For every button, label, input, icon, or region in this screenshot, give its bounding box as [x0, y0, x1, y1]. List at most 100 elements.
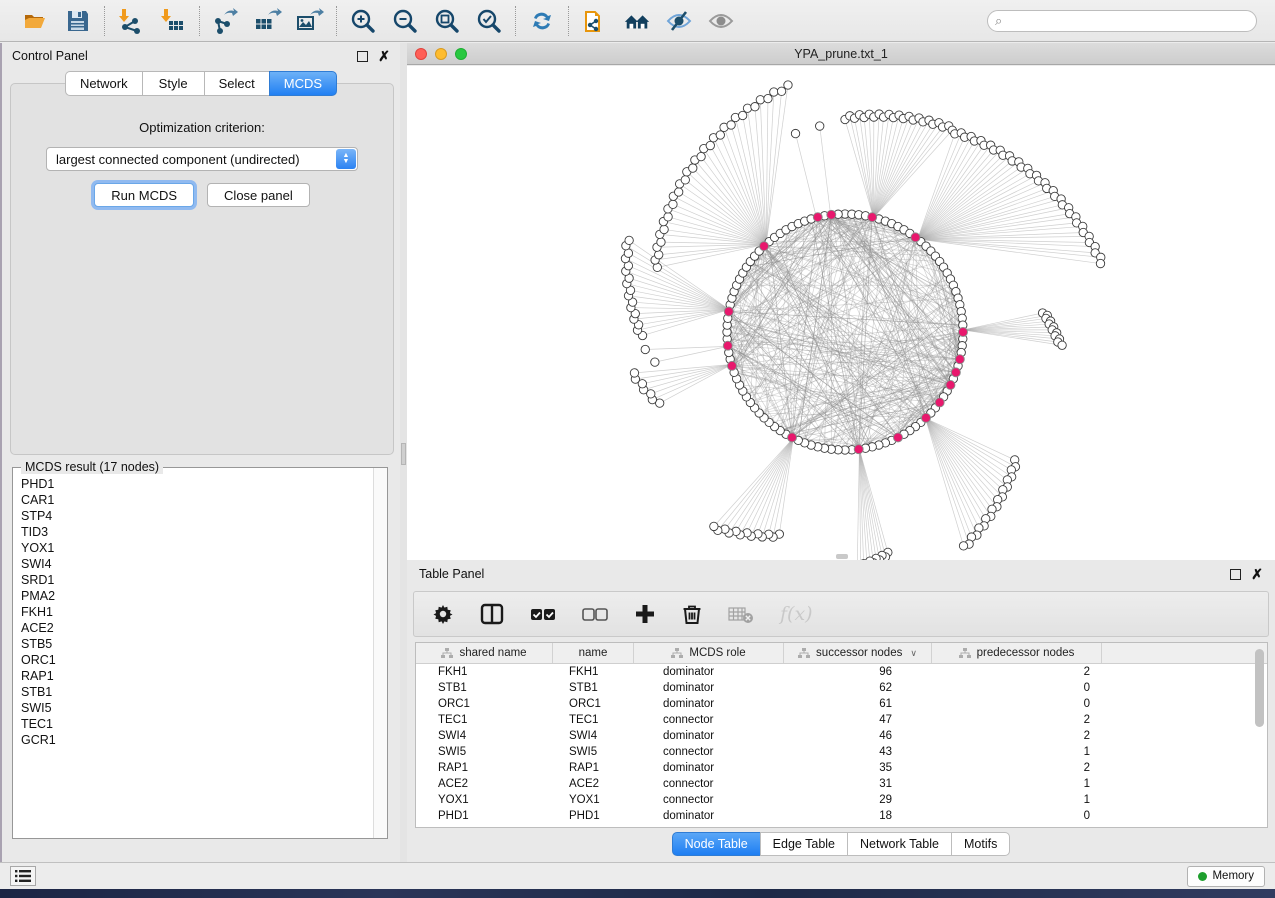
mcds-result-item[interactable]: STP4	[21, 508, 374, 524]
network-hub-node[interactable]	[723, 341, 732, 350]
network-node[interactable]	[756, 96, 764, 104]
table-cell[interactable]: connector	[634, 746, 784, 758]
select-all-checks-icon[interactable]	[530, 604, 556, 624]
table-cell[interactable]: 47	[784, 714, 932, 726]
network-window-titlebar[interactable]: YPA_prune.txt_1	[407, 43, 1275, 65]
network-hub-node[interactable]	[868, 213, 877, 222]
panel-splitter[interactable]	[400, 43, 407, 862]
table-cell[interactable]: RAP1	[553, 762, 634, 774]
delete-column-icon[interactable]	[682, 603, 702, 625]
tab-style[interactable]: Style	[142, 71, 204, 96]
network-node[interactable]	[743, 104, 751, 112]
table-cell[interactable]: dominator	[634, 698, 784, 710]
tab-motifs[interactable]: Motifs	[951, 832, 1010, 856]
tab-mcds[interactable]: MCDS	[269, 71, 337, 96]
add-column-icon[interactable]	[634, 603, 656, 625]
table-row[interactable]: STB1STB1dominator620	[416, 680, 1267, 696]
deselect-all-icon[interactable]	[582, 604, 608, 624]
tab-node-table[interactable]: Node Table	[672, 832, 760, 856]
table-cell[interactable]: TEC1	[416, 714, 553, 726]
table-cell[interactable]: ORC1	[416, 698, 553, 710]
open-folder-icon[interactable]	[22, 7, 50, 35]
mcds-result-item[interactable]: SWI5	[21, 700, 374, 716]
table-cell[interactable]: 46	[784, 730, 932, 742]
tab-select[interactable]: Select	[204, 71, 269, 96]
table-cell[interactable]: SWI4	[416, 730, 553, 742]
network-node[interactable]	[816, 122, 824, 130]
zoom-out-icon[interactable]	[391, 7, 419, 35]
close-panel-button[interactable]: Close panel	[207, 183, 310, 207]
mcds-result-item[interactable]: STB1	[21, 684, 374, 700]
table-cell[interactable]: 2	[932, 730, 1102, 742]
mcds-result-item[interactable]: SRD1	[21, 572, 374, 588]
table-cell[interactable]: 43	[784, 746, 932, 758]
table-cell[interactable]: connector	[634, 794, 784, 806]
open-session-houses-icon[interactable]	[623, 7, 651, 35]
mcds-list-scrollbar[interactable]	[373, 468, 387, 838]
table-cell[interactable]: 18	[784, 810, 932, 822]
network-hub-node[interactable]	[955, 355, 964, 364]
network-node[interactable]	[716, 131, 724, 139]
table-cell[interactable]: 29	[784, 794, 932, 806]
table-cell[interactable]: 35	[784, 762, 932, 774]
table-cell[interactable]: 2	[932, 714, 1102, 726]
table-vscrollbar[interactable]	[1255, 649, 1264, 823]
table-row[interactable]: TEC1TEC1connector472	[416, 712, 1267, 728]
table-cell[interactable]: dominator	[634, 810, 784, 822]
table-row[interactable]: ACE2ACE2connector311	[416, 776, 1267, 792]
network-node[interactable]	[751, 103, 759, 111]
network-node[interactable]	[681, 176, 689, 184]
mcds-result-item[interactable]: RAP1	[21, 668, 374, 684]
network-node[interactable]	[660, 225, 668, 233]
table-cell[interactable]: STB1	[416, 682, 553, 694]
mcds-result-item[interactable]: PHD1	[21, 476, 374, 492]
table-cell[interactable]: dominator	[634, 762, 784, 774]
mcds-result-item[interactable]: YOX1	[21, 540, 374, 556]
network-node[interactable]	[651, 358, 659, 366]
close-table-panel-icon[interactable]: ✗	[1251, 569, 1263, 580]
network-node[interactable]	[738, 111, 746, 119]
share-document-icon[interactable]	[581, 7, 609, 35]
network-hub-node[interactable]	[813, 213, 822, 222]
zoom-selected-icon[interactable]	[475, 7, 503, 35]
network-node[interactable]	[669, 200, 677, 208]
table-cell[interactable]: PHD1	[553, 810, 634, 822]
table-cell[interactable]: 1	[932, 778, 1102, 790]
network-hub-node[interactable]	[760, 242, 769, 251]
mcds-result-item[interactable]: TID3	[21, 524, 374, 540]
network-node[interactable]	[689, 164, 697, 172]
column-header-mcds-role[interactable]: MCDS role	[634, 643, 784, 663]
tab-edge-table[interactable]: Edge Table	[760, 832, 847, 856]
zoom-fit-icon[interactable]	[433, 7, 461, 35]
column-header-shared-name[interactable]: shared name	[416, 643, 553, 663]
network-node[interactable]	[664, 213, 672, 221]
run-mcds-button[interactable]: Run MCDS	[94, 183, 194, 207]
table-row[interactable]: ORC1ORC1dominator610	[416, 696, 1267, 712]
table-row[interactable]: RAP1RAP1dominator352	[416, 760, 1267, 776]
table-row[interactable]: FKH1FKH1dominator962	[416, 664, 1267, 680]
import-network-icon[interactable]	[117, 7, 145, 35]
table-cell[interactable]: SWI5	[553, 746, 634, 758]
network-hub-node[interactable]	[959, 328, 968, 337]
table-cell[interactable]: SWI4	[553, 730, 634, 742]
export-table-icon[interactable]	[254, 7, 282, 35]
network-node[interactable]	[777, 87, 785, 95]
table-cell[interactable]: STB1	[553, 682, 634, 694]
table-cell[interactable]: dominator	[634, 666, 784, 678]
network-view[interactable]	[407, 66, 1275, 560]
network-hub-node[interactable]	[921, 413, 930, 422]
memory-button[interactable]: Memory	[1187, 866, 1265, 887]
mcds-result-item[interactable]: STB5	[21, 636, 374, 652]
table-cell[interactable]: 62	[784, 682, 932, 694]
table-cell[interactable]: YOX1	[416, 794, 553, 806]
network-node[interactable]	[1058, 341, 1066, 349]
table-cell[interactable]: connector	[634, 714, 784, 726]
network-node[interactable]	[630, 369, 638, 377]
table-cell[interactable]: ACE2	[553, 778, 634, 790]
network-node[interactable]	[959, 542, 967, 550]
network-hub-node[interactable]	[951, 368, 960, 377]
network-hub-node[interactable]	[935, 398, 944, 407]
network-hub-node[interactable]	[727, 361, 736, 370]
tab-network-table[interactable]: Network Table	[847, 832, 951, 856]
column-layout-icon[interactable]	[480, 603, 504, 625]
